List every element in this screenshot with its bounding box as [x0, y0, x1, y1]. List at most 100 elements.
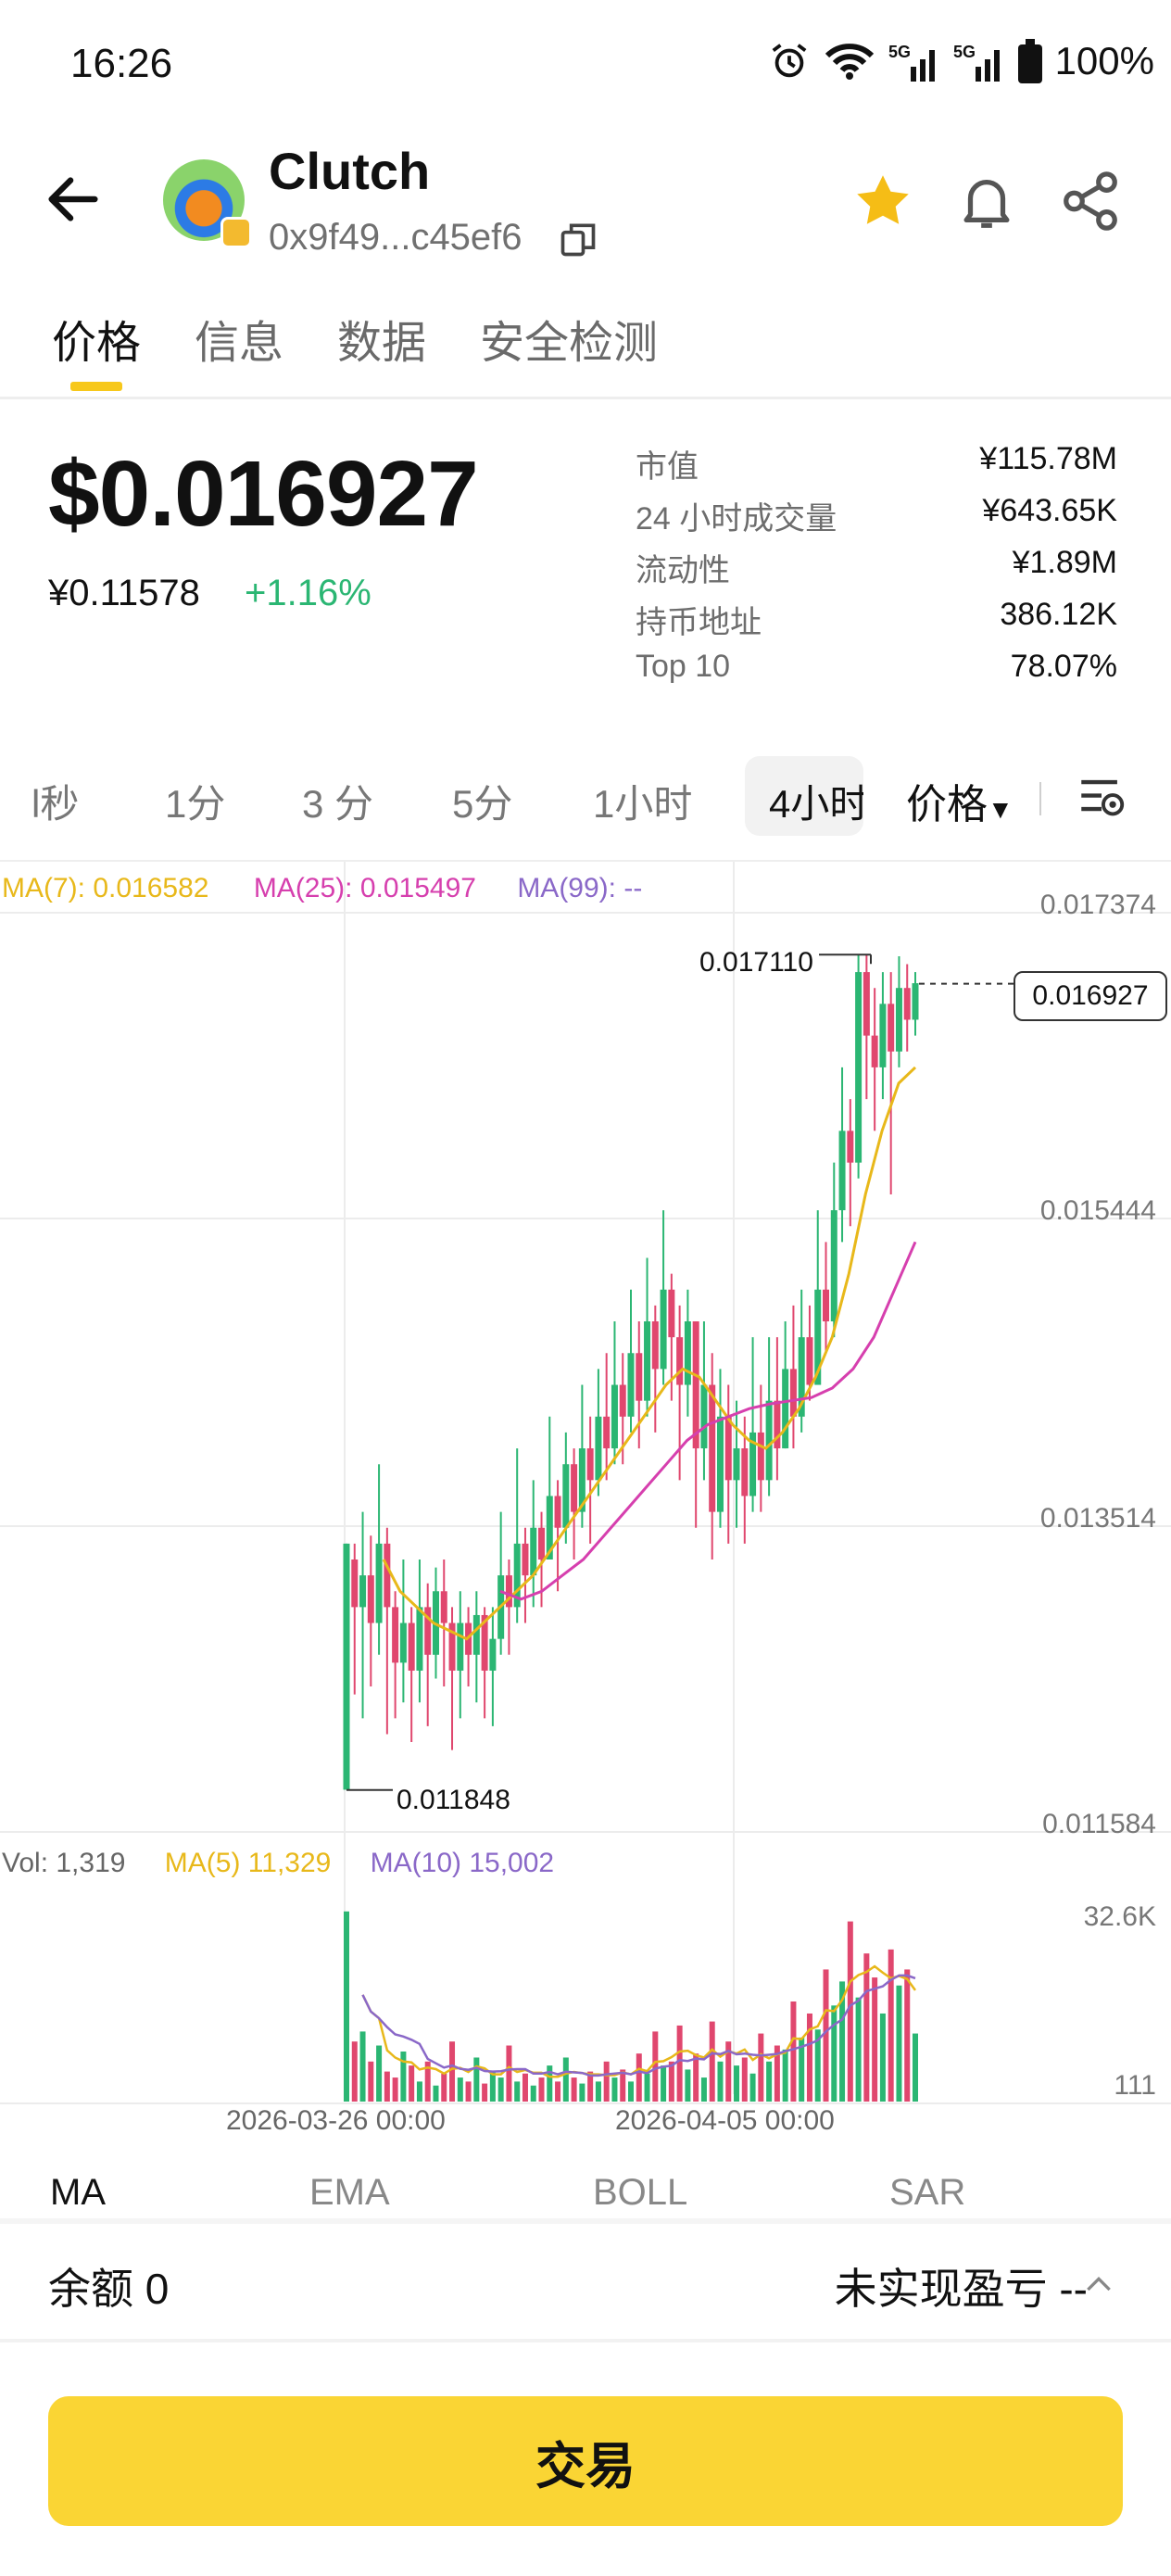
candle-body: [741, 1448, 749, 1496]
battery-icon: [1017, 39, 1042, 83]
status-icons: 5G 5G 100%: [768, 39, 1154, 83]
interval-1h[interactable]: 1小时: [593, 773, 692, 829]
y-tick-label: 0.011584: [1042, 1809, 1156, 1839]
alarm-icon: [772, 44, 806, 78]
candle-body: [571, 1464, 578, 1512]
volume-bar: [359, 2031, 366, 2102]
candle-body: [595, 1416, 602, 1481]
volume-bar: [409, 2065, 415, 2102]
volume-bar: [400, 2052, 407, 2102]
tab-info[interactable]: 信息: [195, 306, 283, 371]
stat-label-holders: 持币地址: [636, 605, 762, 640]
candle-body: [522, 1543, 529, 1576]
indicator-boll[interactable]: BOLL: [593, 2172, 687, 2214]
volume-bar: [530, 2085, 536, 2102]
volume-bar: [904, 1969, 911, 2102]
candle-body: [619, 1384, 626, 1417]
ma25-line: [499, 1241, 917, 1601]
stat-label-liquidity: 流动性: [636, 553, 730, 588]
candle-body: [765, 1400, 773, 1481]
candle-body: [716, 1416, 724, 1512]
candle-body: [733, 1448, 740, 1481]
vol-y-tick: 32.6K: [1083, 1901, 1156, 1932]
volume-bar: [489, 2071, 496, 2102]
vol-y-tick: 111: [1114, 2070, 1156, 2101]
candle-body: [879, 1004, 887, 1067]
candle-body: [863, 972, 870, 1036]
candle-body: [440, 1591, 447, 1623]
favorite-star-icon[interactable]: [850, 169, 915, 234]
tab-security-check[interactable]: 安全检测: [480, 306, 658, 371]
candle-body: [554, 1496, 561, 1528]
stat-label-top10: Top 10: [636, 649, 731, 684]
candle-body: [399, 1623, 407, 1663]
volume-bar: [734, 2065, 740, 2102]
candle-body: [823, 1289, 830, 1322]
volume-bar: [913, 2033, 918, 2102]
interval-1m[interactable]: 1分: [165, 773, 225, 829]
candle-body: [668, 1289, 675, 1338]
candle-body: [806, 1337, 813, 1385]
vol-legend: Vol: 1,319: [2, 1848, 126, 1878]
volume-bar: [465, 2081, 472, 2102]
trade-button[interactable]: 交易: [48, 2396, 1123, 2526]
balance-label: 余额 0: [48, 2265, 170, 2313]
volume-bar: [433, 2085, 439, 2102]
volume-bar: [700, 2077, 707, 2102]
volume-bar: [888, 1949, 894, 2102]
chevron-up-icon[interactable]: [1080, 2267, 1117, 2304]
tab-price[interactable]: 价格: [52, 306, 141, 371]
candle-body: [472, 1614, 480, 1655]
interval-4h[interactable]: 4小时: [769, 773, 863, 829]
svg-text:5G: 5G: [953, 43, 976, 61]
volume-bar: [652, 2031, 659, 2102]
candle-body: [871, 1035, 878, 1067]
volume-bar: [855, 1997, 862, 2102]
indicator-ma[interactable]: MA: [50, 2172, 106, 2214]
volume-bar: [758, 2033, 764, 2102]
candle-body: [847, 1130, 854, 1163]
candle-body: [895, 988, 902, 1052]
candle-body: [838, 1130, 846, 1211]
volume-bar: [879, 2013, 886, 2102]
candle-body: [651, 1321, 659, 1370]
candle-body: [457, 1623, 464, 1671]
price-chart[interactable]: [0, 862, 1171, 2140]
volume-bar: [896, 1985, 902, 2102]
svg-text:5G: 5G: [888, 43, 911, 61]
tab-data[interactable]: 数据: [337, 306, 426, 371]
bell-icon[interactable]: [954, 169, 1019, 234]
volume-bar: [441, 2073, 447, 2102]
interval-5m[interactable]: 5分: [452, 773, 512, 829]
volume-bar: [676, 2025, 683, 2102]
x-tick-label: 2026-04-05 00:00: [615, 2105, 835, 2136]
share-icon[interactable]: [1058, 169, 1123, 234]
chart-settings-icon[interactable]: [1075, 771, 1128, 825]
y-tick-label: 0.017374: [1039, 890, 1156, 920]
indicator-sar[interactable]: SAR: [889, 2172, 965, 2214]
candle-body: [489, 1638, 497, 1671]
volume-bar: [685, 2069, 691, 2102]
current-price-tag: 0.016927: [1014, 971, 1167, 1021]
divider: [0, 2339, 1171, 2342]
interval-1s[interactable]: l秒: [31, 773, 79, 829]
volume-bar: [555, 2081, 561, 2102]
back-arrow-icon[interactable]: [41, 167, 106, 232]
volume-bar: [514, 2081, 521, 2102]
interval-3m[interactable]: 3 分: [302, 773, 373, 829]
interval-separator: [1039, 782, 1041, 815]
x-tick-label: 2026-03-26 00:00: [226, 2105, 446, 2136]
high-price-label: 0.017110: [699, 947, 813, 978]
volume-bar: [709, 2021, 715, 2102]
volume-bar: [344, 1911, 349, 2102]
price-type-dropdown[interactable]: 价格▼: [906, 771, 1014, 830]
stat-label-24h-volume: 24 小时成交量: [636, 501, 837, 537]
candle-body: [611, 1384, 618, 1449]
volume-bar: [351, 2041, 358, 2102]
candle-body: [586, 1448, 594, 1481]
price-change: +1.16%: [245, 573, 371, 613]
indicator-ema[interactable]: EMA: [309, 2172, 390, 2214]
candle-body: [912, 983, 919, 1020]
candle-body: [627, 1353, 635, 1417]
copy-icon[interactable]: [558, 219, 598, 259]
